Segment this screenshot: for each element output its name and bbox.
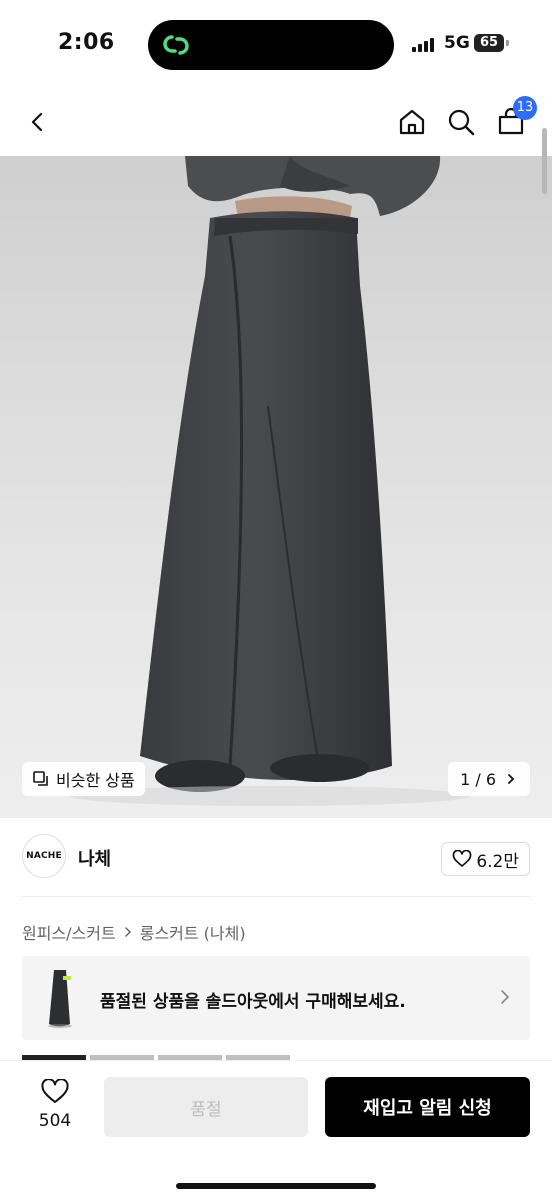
image-counter[interactable]: 1 / 6: [448, 762, 530, 796]
top-nav: 13: [0, 90, 552, 156]
dynamic-island: [148, 20, 394, 70]
breadcrumb: 원피스/스커트 롱스커트 (나체): [22, 920, 246, 944]
chevron-right-icon: [124, 927, 131, 937]
soldout-banner[interactable]: 품절된 상품을 솔드아웃에서 구매해보세요.: [22, 956, 530, 1040]
brand-name[interactable]: 나체: [78, 845, 111, 871]
battery-cap: [506, 40, 509, 46]
chevron-left-icon: [31, 112, 43, 132]
cart-button[interactable]: 13: [491, 96, 537, 142]
similar-products-icon: [33, 771, 48, 786]
signal-icon: [412, 36, 438, 52]
product-image-carousel[interactable]: 비슷한 상품 1 / 6: [0, 156, 552, 818]
divider: [22, 896, 530, 897]
wishlist-button[interactable]: 504: [30, 1078, 80, 1131]
wishlist-count: 504: [38, 1111, 72, 1131]
page-scrollbar[interactable]: [542, 128, 547, 194]
cart-count-badge: 13: [513, 96, 537, 120]
banner-text: 품절된 상품을 솔드아웃에서 구매해보세요.: [100, 992, 406, 1012]
similar-products-button[interactable]: 비슷한 상품: [22, 762, 145, 796]
chevron-right-icon: [508, 774, 515, 784]
status-bar: 2:06 5G 65: [0, 0, 552, 90]
heart-icon: [41, 1078, 69, 1103]
soldout-button: 품절: [104, 1077, 308, 1137]
home-icon: [399, 109, 425, 135]
heart-icon: [452, 850, 472, 867]
product-photo: [70, 156, 470, 806]
chevron-right-icon: [501, 990, 510, 1004]
banner-product-thumbnail: [48, 970, 72, 1028]
home-button[interactable]: [392, 102, 432, 142]
search-icon: [448, 109, 475, 136]
restock-alert-button[interactable]: 재입고 알림 신청: [325, 1077, 530, 1137]
back-button[interactable]: [18, 102, 58, 142]
network-type: 5G: [444, 33, 470, 53]
image-counter-text: 1 / 6: [460, 769, 496, 789]
breadcrumb-category[interactable]: 원피스/스커트: [22, 920, 116, 944]
breadcrumb-subcategory[interactable]: 롱스커트 (나체): [140, 920, 246, 944]
brand-like-button[interactable]: 6.2만: [441, 842, 530, 876]
home-indicator[interactable]: [176, 1183, 376, 1189]
search-button[interactable]: [441, 102, 481, 142]
app-link-icon: [163, 35, 189, 55]
brand-row: NACHE 나체 6.2만: [0, 828, 552, 888]
brand-like-count: 6.2만: [476, 851, 519, 872]
battery-icon: 65: [474, 34, 504, 52]
similar-products-label: 비슷한 상품: [56, 771, 135, 790]
status-time: 2:06: [58, 30, 115, 55]
brand-logo[interactable]: NACHE: [22, 834, 66, 878]
bottom-action-bar: 504 품절 재입고 알림 신청: [0, 1060, 552, 1201]
